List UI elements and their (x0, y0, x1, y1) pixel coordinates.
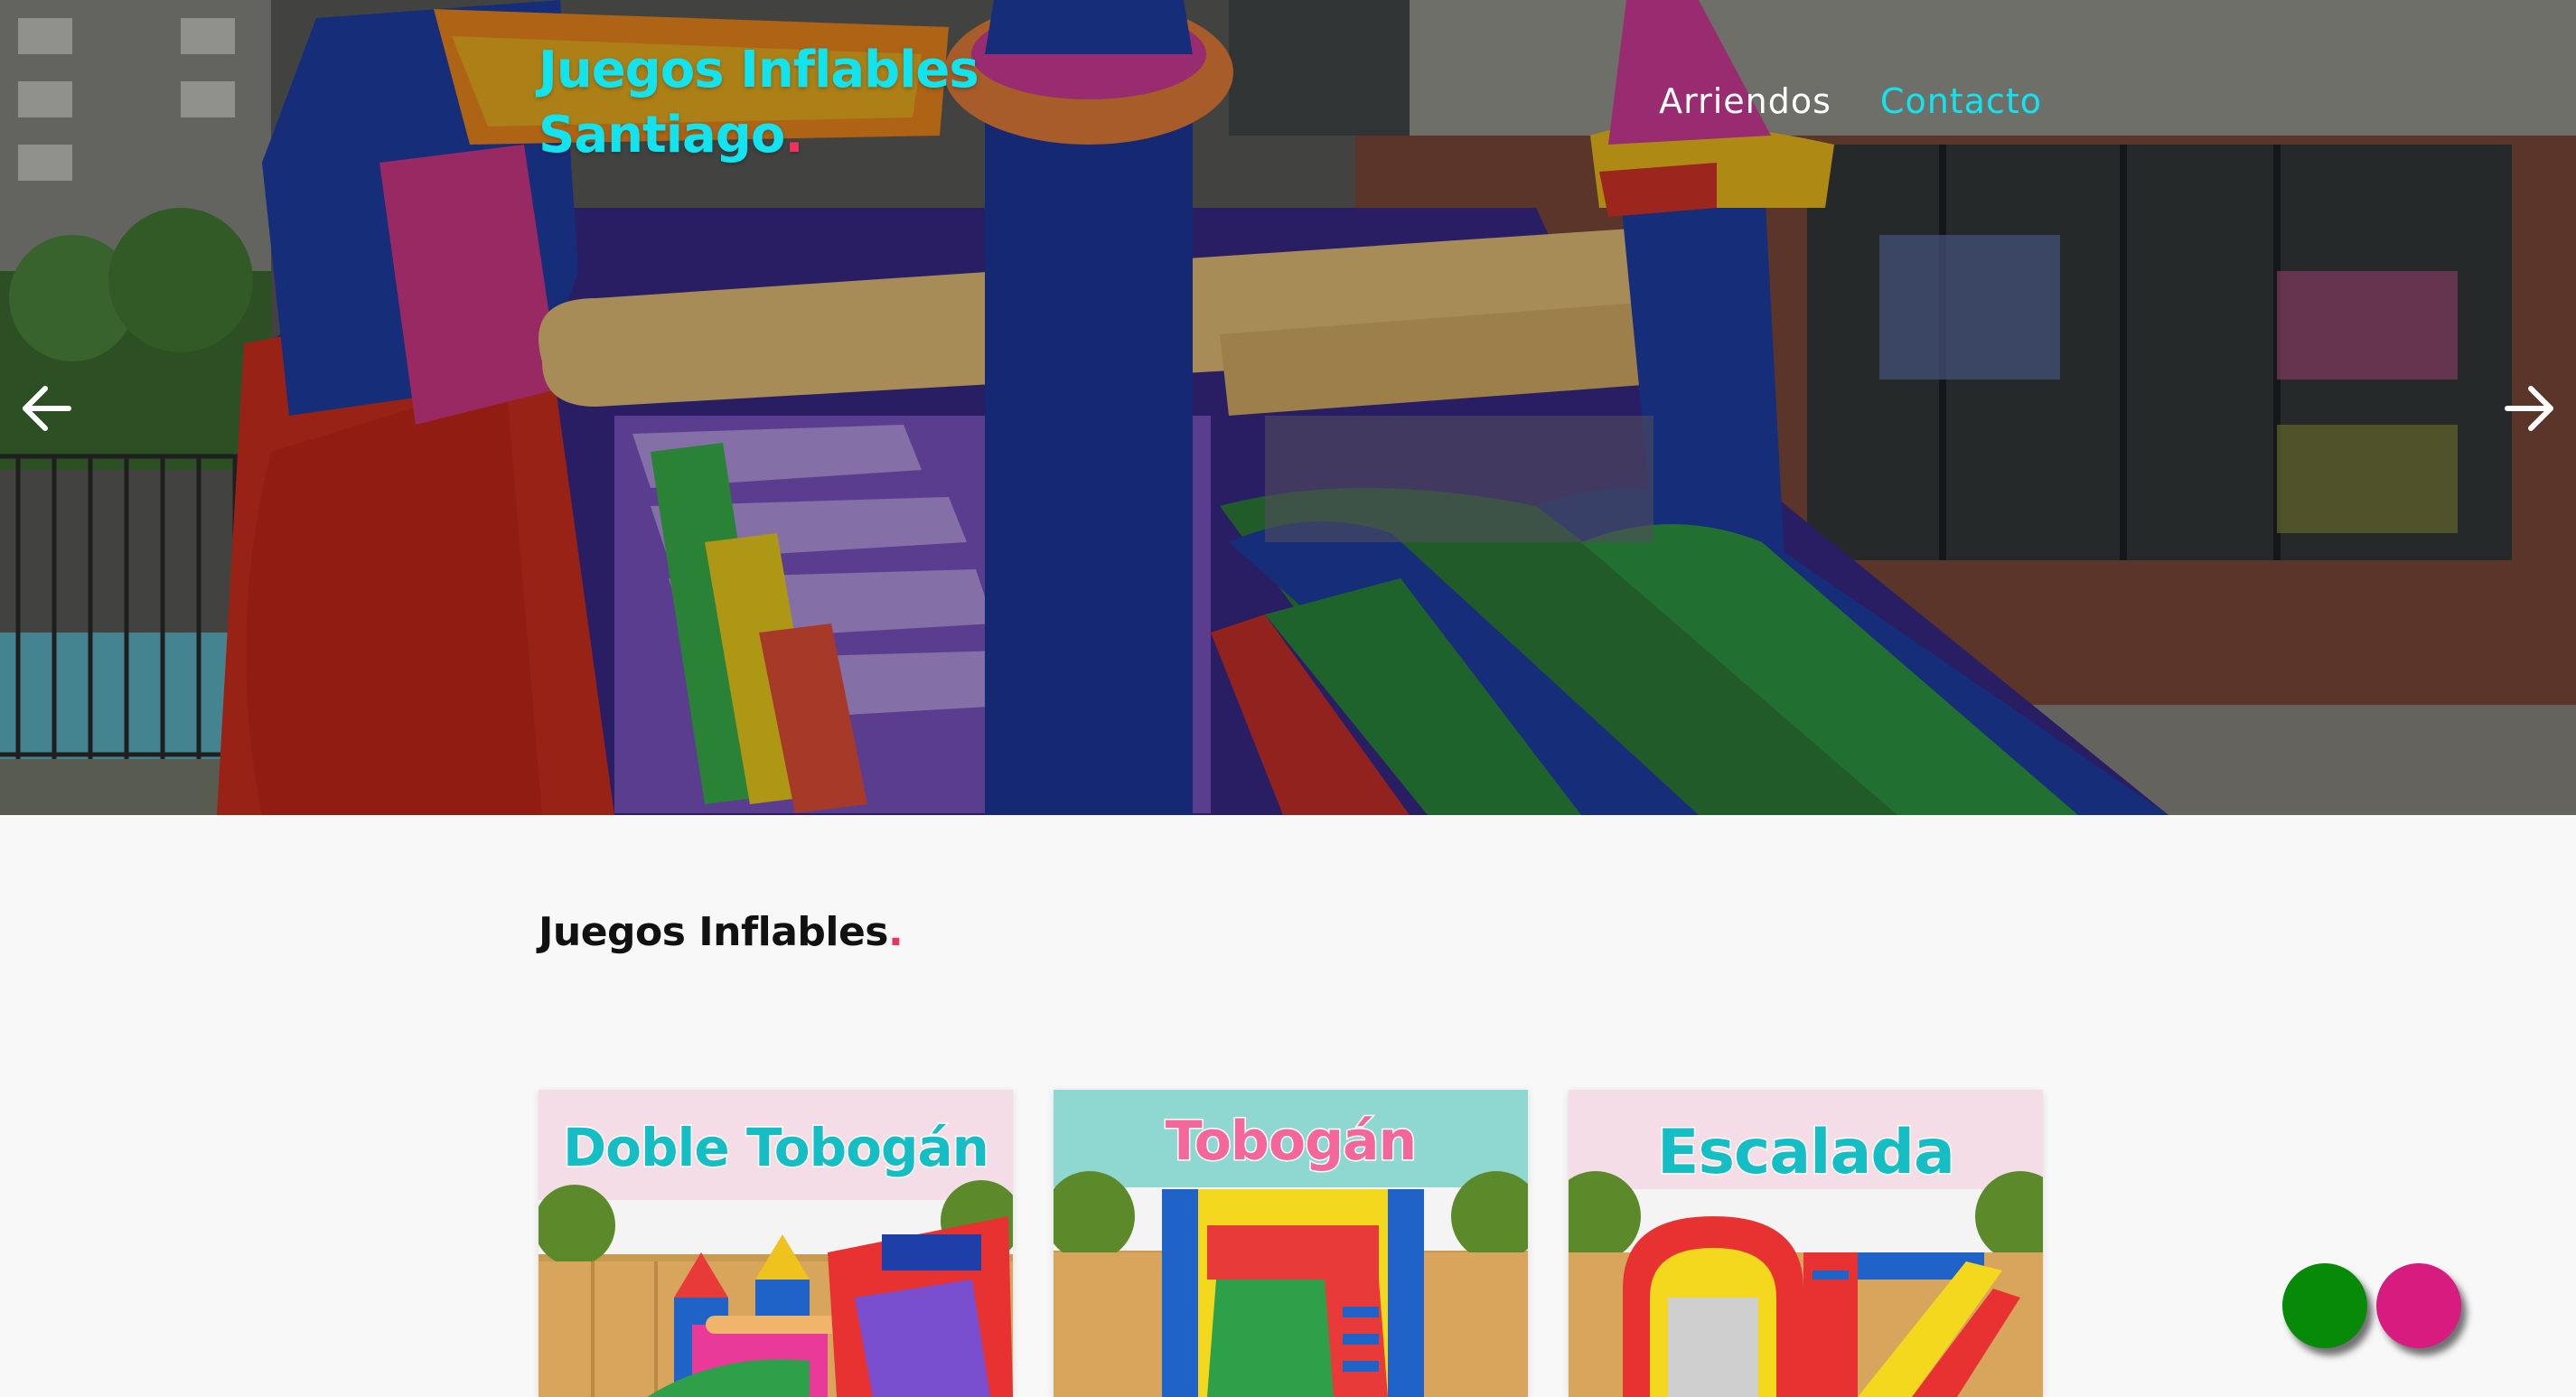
section-title: Juegos Inflables. (539, 909, 904, 955)
arrow-right-icon (2505, 386, 2553, 431)
product-card-tobogan[interactable]: Tobogán (1054, 1090, 1528, 1397)
carousel-next-button[interactable] (2493, 372, 2565, 445)
card-title: Escalada (1656, 1116, 1957, 1190)
brand-logo[interactable]: Juegos Inflables Santiago. (539, 38, 1008, 168)
section-title-text: Juegos Inflables (539, 909, 889, 955)
nav-contacto[interactable]: Contacto (1880, 81, 2042, 121)
product-card-escalada[interactable]: Escalada (1569, 1090, 2043, 1397)
card-title: Doble Tobogán (562, 1116, 991, 1180)
instagram-float-button[interactable] (2376, 1263, 2461, 1348)
nav-arriendos[interactable]: Arriendos (1659, 81, 1831, 121)
main-nav: Arriendos Contacto (1659, 81, 2042, 121)
brand-dot: . (784, 106, 803, 164)
arrow-left-icon (23, 386, 71, 431)
card-title: Tobogán (1164, 1109, 1419, 1175)
carousel-prev-button[interactable] (11, 372, 83, 445)
hero-carousel: Juegos Inflables Santiago. Arriendos Con… (0, 0, 2576, 815)
brand-title-line2: Santiago (539, 106, 785, 164)
brand-title-line1: Juegos Inflables (539, 41, 979, 99)
whatsapp-float-button[interactable] (2282, 1263, 2367, 1348)
section-title-dot: . (888, 909, 904, 955)
product-card-doble-tobogan[interactable]: Doble Tobogán (539, 1090, 1013, 1397)
hero-overlay (0, 0, 2576, 815)
